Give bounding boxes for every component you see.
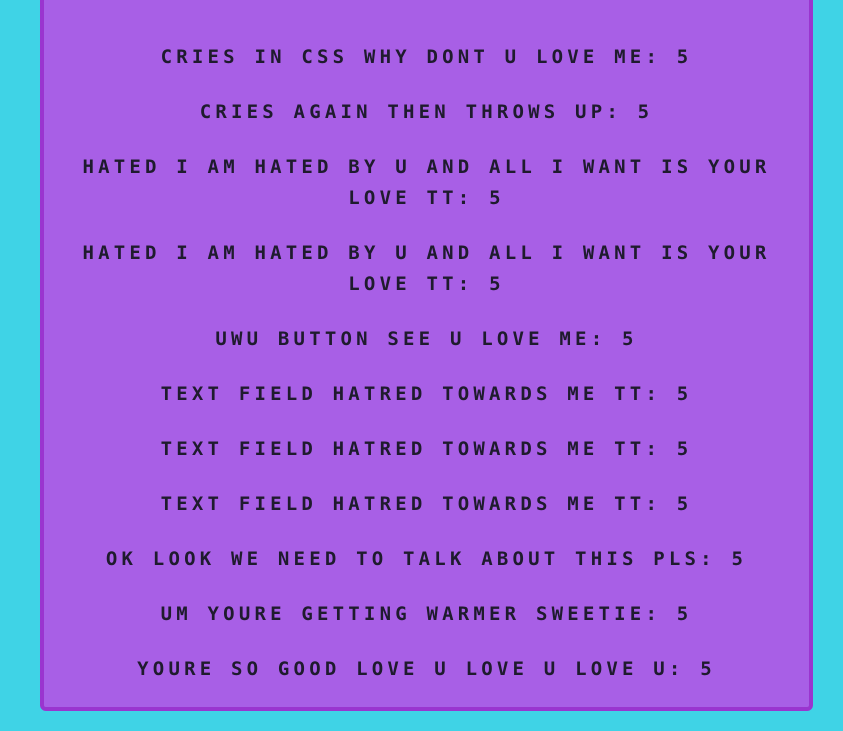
item-separator: :: [645, 493, 677, 515]
vote-results-panel: TH: 5 CRIES IN CSS WHY DONT U LOVE ME: 5…: [40, 0, 813, 711]
list-item: HATED I AM HATED BY U AND ALL I WANT IS …: [64, 238, 789, 300]
list-item: TEXT FIELD HATRED TOWARDS ME TT: 5: [64, 379, 789, 410]
item-count: 5: [637, 101, 654, 123]
item-separator: :: [457, 187, 490, 209]
list-item: CRIES AGAIN THEN THROWS UP: 5: [64, 97, 789, 128]
item-separator: :: [606, 101, 638, 123]
list-item: TEXT FIELD HATRED TOWARDS ME TT: 5: [64, 489, 789, 520]
item-label: HATED I AM HATED BY U AND ALL I WANT IS …: [82, 242, 771, 295]
item-label: TEXT FIELD HATRED TOWARDS ME TT: [160, 493, 646, 515]
list-item: HATED I AM HATED BY U AND ALL I WANT IS …: [64, 152, 789, 214]
list-item: OK LOOK WE NEED TO TALK ABOUT THIS PLS: …: [64, 544, 789, 575]
item-separator: :: [457, 273, 490, 295]
item-count: 5: [676, 46, 693, 68]
item-label: CRIES IN CSS WHY DONT U LOVE ME: [160, 46, 646, 68]
item-count: 5: [489, 187, 505, 209]
item-label: HATED I AM HATED BY U AND ALL I WANT IS …: [82, 156, 771, 209]
item-count: 5: [676, 493, 693, 515]
list-item: YOURE SO GOOD LOVE U LOVE U LOVE U: 5: [64, 654, 789, 685]
item-label: CRIES AGAIN THEN THROWS UP: [199, 101, 607, 123]
item-count: 5: [731, 548, 748, 570]
list-item: UM YOURE GETTING WARMER SWEETIE: 5: [64, 599, 789, 630]
item-label: OK LOOK WE NEED TO TALK ABOUT THIS PLS: [105, 548, 701, 570]
list-item: TH: 5: [64, 0, 789, 8]
list-item: TEXT FIELD HATRED TOWARDS ME TT: 5: [64, 434, 789, 465]
item-count: 5: [489, 273, 505, 295]
item-separator: :: [700, 548, 732, 570]
list-item: UWU BUTTON SEE U LOVE ME: 5: [64, 324, 789, 355]
item-count: 5: [676, 438, 693, 460]
item-count: 5: [700, 658, 716, 680]
item-label: UM YOURE GETTING WARMER SWEETIE: [160, 603, 646, 625]
list-item: CRIES IN CSS WHY DONT U LOVE ME: 5: [64, 42, 789, 73]
item-separator: :: [645, 603, 677, 625]
item-label: TEXT FIELD HATRED TOWARDS ME TT: [160, 383, 646, 405]
item-count: 5: [621, 328, 638, 350]
item-separator: :: [668, 658, 701, 680]
item-count: 5: [676, 383, 693, 405]
item-separator: :: [645, 46, 677, 68]
item-label: TH: [387, 0, 418, 3]
item-separator: :: [645, 438, 677, 460]
item-separator: :: [419, 0, 450, 3]
item-label: TEXT FIELD HATRED TOWARDS ME TT: [160, 438, 646, 460]
item-label: YOURE SO GOOD LOVE U LOVE U LOVE U: [137, 658, 669, 680]
item-separator: :: [590, 328, 622, 350]
item-count: 5: [450, 0, 466, 3]
item-label: UWU BUTTON SEE U LOVE ME: [215, 328, 591, 350]
item-count: 5: [676, 603, 693, 625]
item-separator: :: [645, 383, 677, 405]
